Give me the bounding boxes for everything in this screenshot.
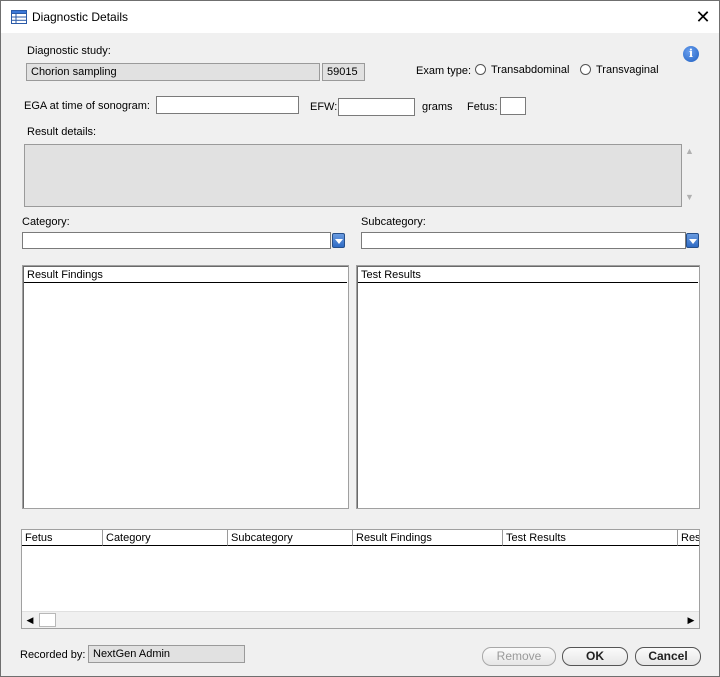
ega-input[interactable] xyxy=(156,96,299,114)
category-select[interactable] xyxy=(22,232,331,249)
column-header-result-status[interactable]: Resu xyxy=(678,530,699,546)
efw-unit: grams xyxy=(422,101,453,113)
test-results-panel[interactable]: Test Results xyxy=(356,265,700,509)
cancel-button[interactable]: Cancel xyxy=(635,647,701,666)
results-grid[interactable]: Fetus Category Subcategory Result Findin… xyxy=(21,529,700,629)
subcategory-select[interactable] xyxy=(361,232,686,249)
remove-button[interactable]: Remove xyxy=(482,647,556,666)
study-code-field: 59015 xyxy=(322,63,365,81)
exam-type-label: Exam type: xyxy=(416,65,472,77)
scroll-thumb[interactable] xyxy=(39,613,56,627)
category-dropdown-icon[interactable] xyxy=(332,233,345,248)
result-findings-panel[interactable]: Result Findings xyxy=(22,265,349,509)
info-icon[interactable]: i xyxy=(683,46,699,62)
table-icon xyxy=(11,10,27,24)
diagnostic-details-dialog: Diagnostic Details ✕ Diagnostic study: C… xyxy=(0,0,720,677)
result-details-scrollbar[interactable]: ▲ ▼ xyxy=(684,144,696,207)
recorded-by-field: NextGen Admin xyxy=(88,645,245,663)
transvaginal-label[interactable]: Transvaginal xyxy=(596,64,659,76)
scroll-right-icon[interactable]: ▶ xyxy=(683,612,699,628)
column-header-subcategory[interactable]: Subcategory xyxy=(228,530,353,546)
horizontal-scrollbar[interactable]: ◀ ▶ xyxy=(22,611,699,628)
scroll-up-icon[interactable]: ▲ xyxy=(685,146,694,156)
result-findings-header: Result Findings xyxy=(24,267,347,283)
fetus-input[interactable] xyxy=(500,97,526,115)
column-header-fetus[interactable]: Fetus xyxy=(22,530,103,546)
transabdominal-radio[interactable] xyxy=(475,64,486,75)
column-header-category[interactable]: Category xyxy=(103,530,228,546)
efw-label: EFW: xyxy=(310,101,338,113)
ok-button[interactable]: OK xyxy=(562,647,628,666)
subcategory-dropdown-icon[interactable] xyxy=(686,233,699,248)
fetus-label: Fetus: xyxy=(467,101,498,113)
scroll-left-icon[interactable]: ◀ xyxy=(22,612,38,628)
result-details-label: Result details: xyxy=(27,126,97,138)
category-label: Category: xyxy=(22,216,70,228)
test-results-header: Test Results xyxy=(358,267,698,283)
transvaginal-radio[interactable] xyxy=(580,64,591,75)
result-details-textarea xyxy=(24,144,682,207)
efw-input[interactable] xyxy=(338,98,415,116)
scroll-down-icon[interactable]: ▼ xyxy=(685,192,694,202)
ega-label: EGA at time of sonogram: xyxy=(24,100,150,112)
title-bar: Diagnostic Details ✕ xyxy=(1,1,719,33)
diagnostic-study-label: Diagnostic study: xyxy=(27,45,111,57)
transabdominal-label[interactable]: Transabdominal xyxy=(491,64,569,76)
column-header-test-results[interactable]: Test Results xyxy=(503,530,678,546)
window-title: Diagnostic Details xyxy=(32,10,129,24)
recorded-by-label: Recorded by: xyxy=(20,649,86,661)
column-header-result-findings[interactable]: Result Findings xyxy=(353,530,503,546)
close-icon[interactable]: ✕ xyxy=(691,7,715,27)
study-name-field: Chorion sampling xyxy=(26,63,320,81)
subcategory-label: Subcategory: xyxy=(361,216,426,228)
